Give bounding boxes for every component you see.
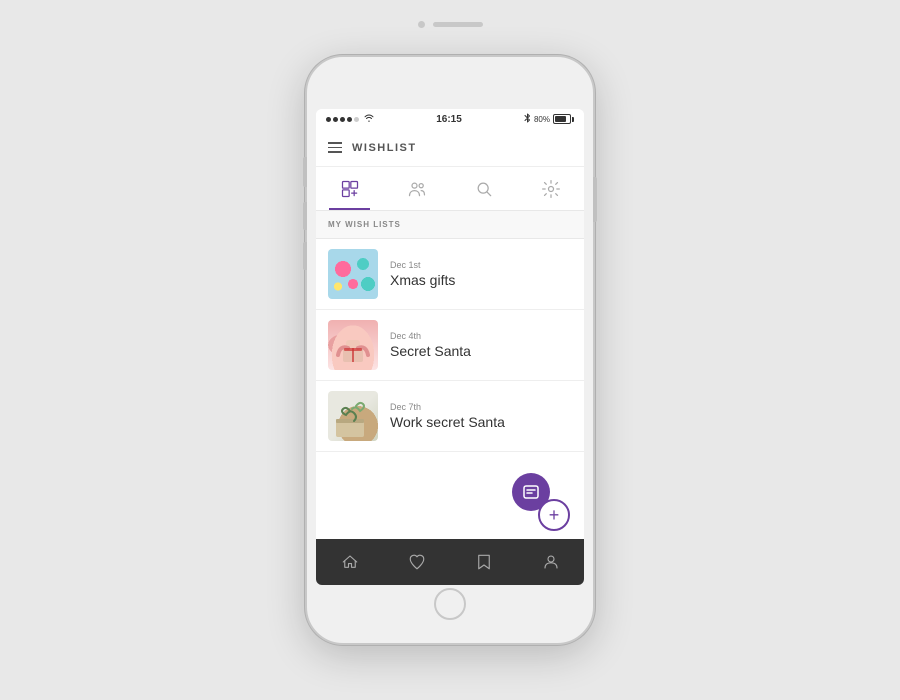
- tab-settings[interactable]: [517, 167, 584, 210]
- fab-group: +: [512, 473, 570, 531]
- fab-add-button[interactable]: +: [538, 499, 570, 531]
- hamburger-menu-icon[interactable]: [328, 142, 342, 153]
- signal-dot-1: [326, 117, 331, 122]
- volume-down-button: [303, 242, 307, 270]
- hamburger-line-3: [328, 151, 342, 153]
- bottom-nav-favorites[interactable]: [383, 539, 450, 585]
- status-time: 16:15: [436, 114, 462, 125]
- app-title: WISHLIST: [352, 142, 417, 154]
- name-work-secret-santa: Work secret Santa: [390, 414, 505, 430]
- bottom-nav-home[interactable]: [316, 539, 383, 585]
- date-secret-santa: Dec 4th: [390, 331, 471, 341]
- name-xmas: Xmas gifts: [390, 272, 455, 288]
- battery-icon: [553, 114, 574, 124]
- list-item-xmas[interactable]: Dec 1st Xmas gifts: [316, 239, 584, 310]
- volume-up-button: [303, 202, 307, 230]
- section-header: MY WISH LISTS: [316, 211, 584, 239]
- tab-people[interactable]: [383, 167, 450, 210]
- list-item-work-secret-santa[interactable]: Dec 7th Work secret Santa: [316, 381, 584, 452]
- name-secret-santa: Secret Santa: [390, 343, 471, 359]
- fab-plus-icon: +: [549, 506, 560, 524]
- list-info-secret-santa: Dec 4th Secret Santa: [390, 331, 471, 359]
- bluetooth-icon: [524, 113, 531, 125]
- fab-container: +: [512, 473, 570, 531]
- signal-dot-4: [347, 117, 352, 122]
- status-right: 80%: [524, 113, 574, 125]
- section-title: MY WISH LISTS: [328, 220, 401, 229]
- hamburger-line-2: [328, 147, 342, 149]
- signal-dot-2: [333, 117, 338, 122]
- home-button[interactable]: [434, 588, 466, 620]
- tab-search[interactable]: [450, 167, 517, 210]
- bottom-nav-bookmarks[interactable]: [450, 539, 517, 585]
- signal-dot-5: [354, 117, 359, 122]
- list-item-secret-santa[interactable]: Dec 4th Secret Santa: [316, 310, 584, 381]
- bottom-nav: [316, 539, 584, 585]
- signal-area: [326, 114, 374, 124]
- phone-top: [307, 15, 593, 28]
- front-camera: [418, 21, 425, 28]
- tab-wishlist[interactable]: [316, 167, 383, 210]
- list-info-xmas: Dec 1st Xmas gifts: [390, 260, 455, 288]
- thumbnail-xmas: [328, 249, 378, 299]
- battery-percent: 80%: [534, 115, 550, 124]
- phone-speaker: [433, 22, 483, 27]
- app-header: WISHLIST: [316, 129, 584, 167]
- home-button-area: [434, 585, 466, 623]
- thumbnail-work-secret-santa: [328, 391, 378, 441]
- thumbnail-secret-santa: [328, 320, 378, 370]
- phone-shell: 16:15 80%: [305, 55, 595, 645]
- date-work-secret-santa: Dec 7th: [390, 402, 505, 412]
- hamburger-line-1: [328, 142, 342, 144]
- list-info-work-secret-santa: Dec 7th Work secret Santa: [390, 402, 505, 430]
- bottom-nav-profile[interactable]: [517, 539, 584, 585]
- date-xmas: Dec 1st: [390, 260, 455, 270]
- status-bar: 16:15 80%: [316, 109, 584, 129]
- signal-dot-3: [340, 117, 345, 122]
- phone-screen: 16:15 80%: [316, 109, 584, 585]
- wifi-icon: [364, 114, 374, 124]
- nav-tabs: [316, 167, 584, 211]
